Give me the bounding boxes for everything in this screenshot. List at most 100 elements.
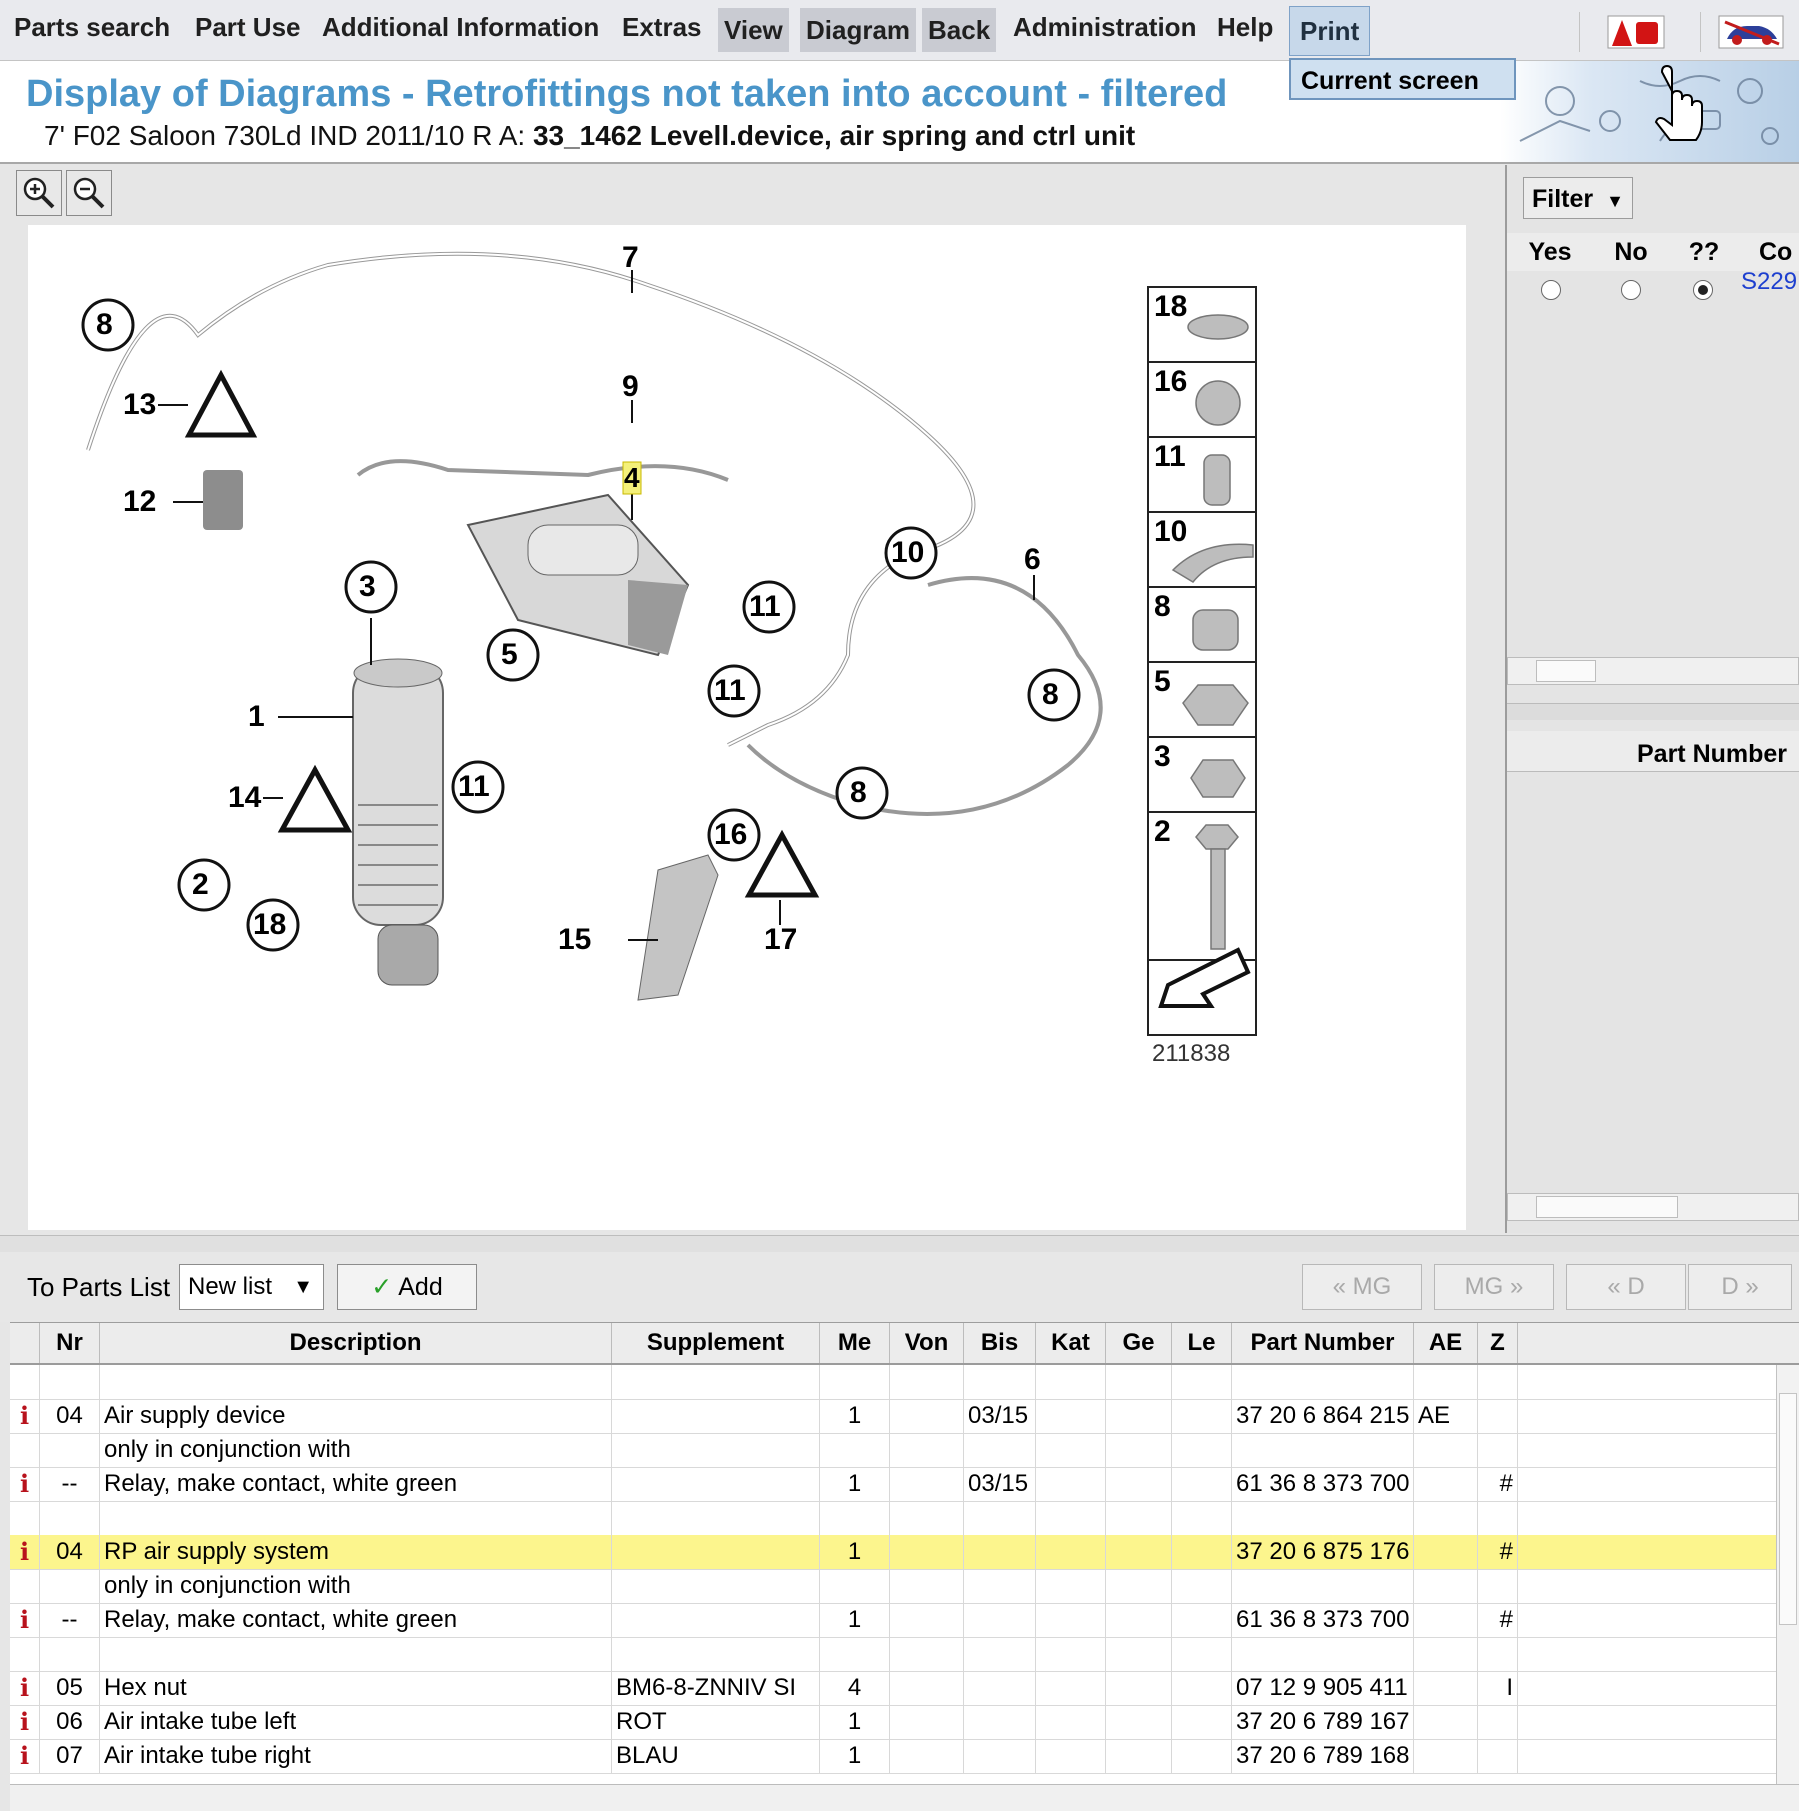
table-vscroll[interactable] — [1776, 1365, 1799, 1785]
legend-5[interactable]: 5 — [1154, 665, 1171, 699]
column-header-part[interactable]: Part Number — [1232, 1323, 1414, 1363]
cell-desc: only in conjunction with — [100, 1569, 612, 1603]
cell-le — [1172, 1467, 1232, 1501]
legend-10[interactable]: 10 — [1154, 515, 1187, 549]
callout-3[interactable]: 3 — [359, 570, 376, 604]
filter-button[interactable]: Filter ▼ — [1523, 177, 1633, 219]
prev-diagram-button[interactable]: « D — [1566, 1264, 1686, 1310]
menu-administration[interactable]: Administration — [1013, 12, 1196, 43]
cell-bis — [964, 1739, 1036, 1773]
table-row[interactable]: i -- Relay, make contact, white green 1 03/1… — [10, 1467, 1776, 1502]
callout-10[interactable]: 10 — [891, 536, 924, 570]
legend-16[interactable]: 16 — [1154, 365, 1187, 399]
menu-parts-search[interactable]: Parts search — [14, 12, 170, 43]
column-header-desc[interactable]: Description — [100, 1323, 612, 1363]
callout-7[interactable]: 7 — [622, 241, 639, 275]
callout-5[interactable]: 5 — [501, 638, 518, 672]
callout-8-a[interactable]: 8 — [96, 308, 113, 342]
callout-9[interactable]: 9 — [622, 370, 639, 404]
callout-17[interactable]: 17 — [764, 923, 797, 957]
filter-yes-radio[interactable] — [1541, 280, 1561, 300]
print-current-screen-item[interactable]: Current screen — [1289, 58, 1516, 100]
column-header-ge[interactable]: Ge — [1106, 1323, 1172, 1363]
table-row[interactable]: i 04 RP air supply system 1 37 20 6 875 176 # — [10, 1535, 1776, 1570]
menu-print[interactable]: Print — [1289, 6, 1371, 56]
callout-11-b[interactable]: 11 — [714, 674, 746, 708]
filter-unknown-radio[interactable] — [1693, 280, 1713, 300]
table-row[interactable]: i 04 Air supply device 1 03/15 37 20 6 864 21… — [10, 1399, 1776, 1434]
table-row[interactable]: only in conjunction with — [10, 1433, 1776, 1468]
add-button[interactable]: ✓ Add — [337, 1264, 477, 1310]
column-header-supp[interactable]: Supplement — [612, 1323, 820, 1363]
info-icon[interactable]: i — [10, 1705, 40, 1739]
parts-diagram[interactable]: 8 3 5 11 11 11 10 8 8 16 2 18 7 9 4 13 1… — [28, 225, 1466, 1230]
column-header-von[interactable]: Von — [890, 1323, 964, 1363]
legend-11[interactable]: 11 — [1154, 440, 1186, 474]
callout-8-b[interactable]: 8 — [1042, 678, 1059, 712]
callout-14[interactable]: 14 — [228, 781, 261, 815]
zoom-out-button[interactable] — [66, 170, 112, 216]
callout-11-a[interactable]: 11 — [749, 590, 781, 624]
table-row[interactable]: i 05 Hex nut BM6-8-ZNNIV SI 4 07 12 9 905 411… — [10, 1671, 1776, 1706]
table-row[interactable] — [10, 1365, 1776, 1400]
callout-16[interactable]: 16 — [714, 818, 747, 852]
info-icon[interactable]: i — [10, 1739, 40, 1773]
column-header-le[interactable]: Le — [1172, 1323, 1232, 1363]
column-header-nr[interactable]: Nr — [40, 1323, 100, 1363]
zoom-in-button[interactable] — [16, 170, 62, 216]
parts-list-select[interactable]: New list ▼ — [179, 1264, 324, 1310]
callout-6[interactable]: 6 — [1024, 543, 1041, 577]
legend-18[interactable]: 18 — [1154, 290, 1187, 324]
filter-splitter[interactable] — [1507, 703, 1799, 720]
callout-15[interactable]: 15 — [558, 923, 591, 957]
info-icon[interactable]: i — [10, 1603, 40, 1637]
filter-hscroll[interactable] — [1507, 657, 1799, 685]
menu-additional-information[interactable]: Additional Information — [322, 12, 599, 43]
legend-3[interactable]: 3 — [1154, 740, 1171, 774]
vehicle-icon[interactable] — [1700, 12, 1799, 52]
callout-12[interactable]: 12 — [123, 485, 156, 519]
panel-splitter[interactable] — [0, 1235, 1799, 1253]
aos-icon[interactable] — [1579, 12, 1680, 52]
column-header-bis[interactable]: Bis — [964, 1323, 1036, 1363]
callout-18[interactable]: 18 — [253, 908, 286, 942]
table-row[interactable]: only in conjunction with — [10, 1569, 1776, 1604]
next-diagram-button[interactable]: D » — [1688, 1264, 1792, 1310]
filter-no-radio[interactable] — [1621, 280, 1641, 300]
partnumber-hscroll[interactable] — [1507, 1193, 1799, 1221]
callout-8-c[interactable]: 8 — [850, 776, 867, 810]
menu-help[interactable]: Help — [1217, 12, 1273, 43]
legend-2[interactable]: 2 — [1154, 815, 1171, 849]
legend-8[interactable]: 8 — [1154, 590, 1171, 624]
table-row[interactable]: i -- Relay, make contact, white green 1 61 3… — [10, 1603, 1776, 1638]
table-row[interactable]: i 06 Air intake tube left ROT 1 37 20 6 789 1… — [10, 1705, 1776, 1740]
table-row[interactable] — [10, 1637, 1776, 1672]
column-header-info[interactable] — [10, 1323, 40, 1363]
menu-part-use[interactable]: Part Use — [195, 12, 301, 43]
prev-main-group-button[interactable]: « MG — [1302, 1264, 1422, 1310]
column-header-z[interactable]: Z — [1478, 1323, 1518, 1363]
menu-view[interactable]: View — [718, 8, 789, 52]
info-icon[interactable]: i — [10, 1399, 40, 1433]
zoom-in-icon — [23, 177, 55, 209]
table-hscroll[interactable] — [10, 1784, 1799, 1811]
callout-2[interactable]: 2 — [192, 868, 209, 902]
cell-z — [1478, 1637, 1518, 1671]
menu-extras[interactable]: Extras — [622, 12, 702, 43]
column-header-ae[interactable]: AE — [1414, 1323, 1478, 1363]
callout-1[interactable]: 1 — [248, 700, 265, 734]
callout-13[interactable]: 13 — [123, 388, 156, 422]
next-main-group-button[interactable]: MG » — [1434, 1264, 1554, 1310]
info-icon[interactable]: i — [10, 1535, 40, 1569]
table-row[interactable] — [10, 1501, 1776, 1536]
info-icon[interactable]: i — [10, 1671, 40, 1705]
menu-diagram[interactable]: Diagram — [800, 8, 917, 52]
column-header-kat[interactable]: Kat — [1036, 1323, 1106, 1363]
filter-option-code[interactable]: S229 — [1741, 268, 1797, 296]
callout-4[interactable]: 4 — [624, 462, 640, 494]
info-icon[interactable]: i — [10, 1467, 40, 1501]
table-row[interactable]: i 07 Air intake tube right BLAU 1 37 20 6 789… — [10, 1739, 1776, 1774]
menu-back[interactable]: Back — [922, 8, 997, 52]
callout-11-c[interactable]: 11 — [458, 770, 490, 804]
column-header-me[interactable]: Me — [820, 1323, 890, 1363]
